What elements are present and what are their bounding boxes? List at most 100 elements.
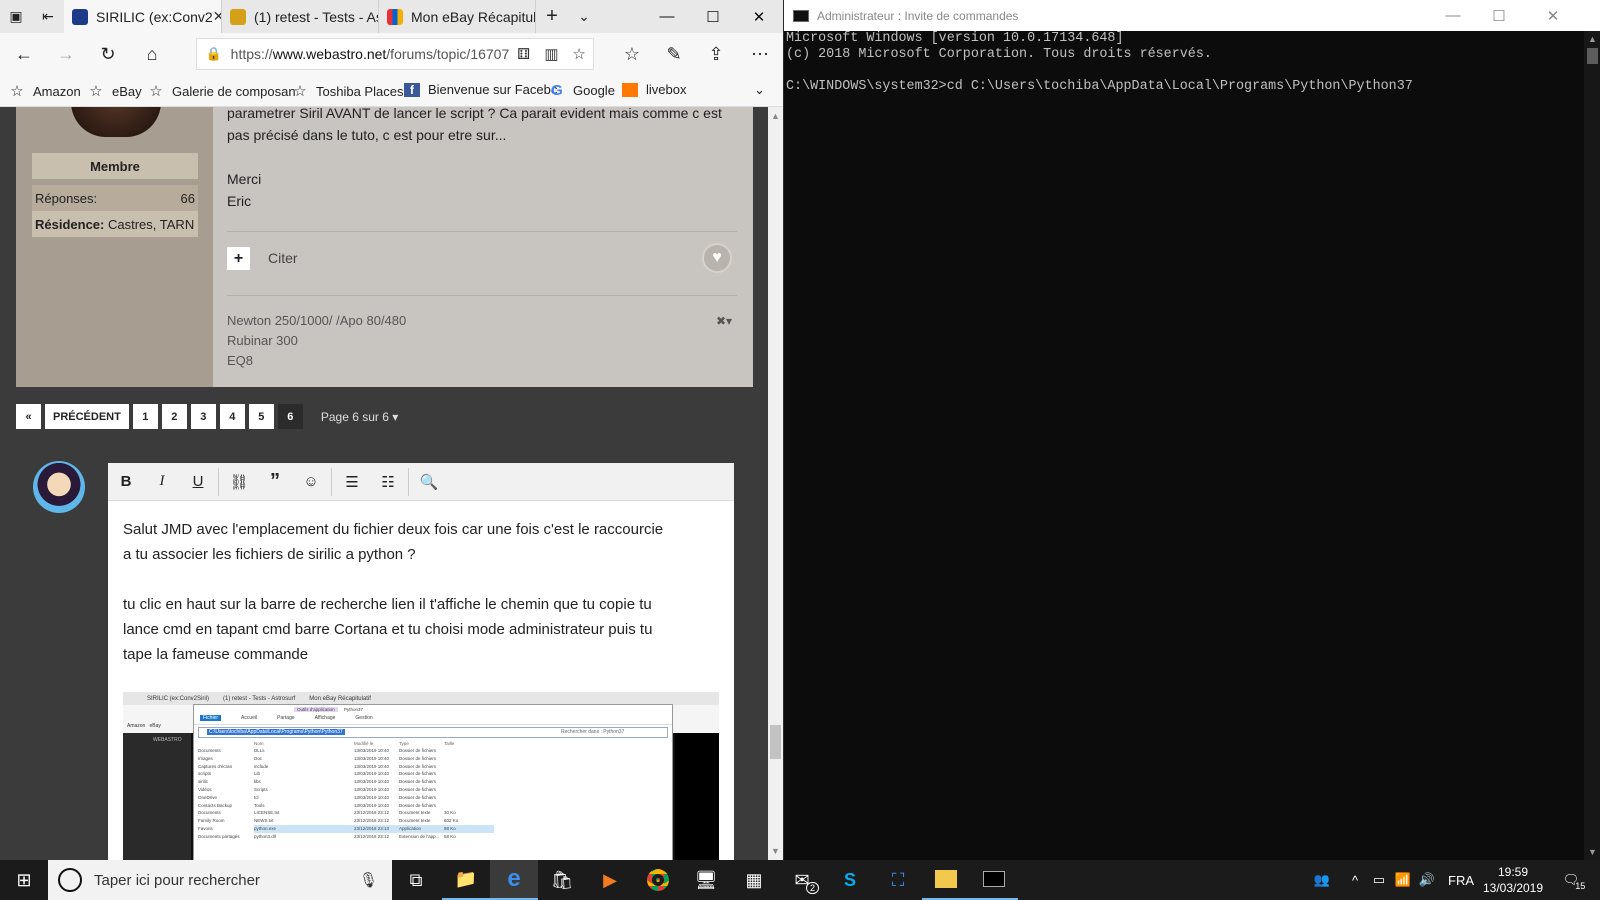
share-icon[interactable]: ⇪	[696, 39, 736, 69]
close-tab-icon[interactable]: ✕	[213, 8, 221, 25]
mail-icon[interactable]: ✉ 2	[778, 860, 826, 900]
maximize-icon[interactable]: ☐	[1476, 0, 1522, 31]
page-5-button[interactable]: 5	[248, 404, 274, 429]
tab-retest[interactable]: (1) retest - Tests - As	[222, 0, 379, 33]
tab-preview-chevron-icon[interactable]: ⌄	[568, 0, 600, 33]
scroll-down-arrow-icon[interactable]: ▼	[768, 846, 783, 856]
remote-desktop-icon[interactable]: 🖥	[682, 860, 730, 900]
maximize-icon[interactable]: ☐	[690, 0, 736, 33]
more-icon[interactable]: ⋯	[740, 39, 780, 69]
page-scrollbar[interactable]: ▲ ▼	[768, 107, 783, 860]
forward-icon[interactable]: →	[46, 39, 86, 69]
page-6-current: 6	[277, 404, 303, 429]
underline-icon[interactable]: U	[180, 463, 216, 501]
close-window-icon[interactable]: ✕	[736, 0, 782, 33]
address-bar[interactable]: 🔒 https://www.webastro.net/forums/topic/…	[196, 38, 594, 70]
bulleted-list-icon[interactable]: ☰	[334, 463, 370, 501]
back-icon[interactable]: ←	[4, 39, 44, 69]
favorite-google[interactable]: G Google	[549, 82, 615, 99]
input-language-indicator[interactable]: FRA	[1446, 860, 1476, 900]
page-1-button[interactable]: 1	[132, 404, 158, 429]
refresh-icon[interactable]: ↻	[88, 39, 128, 69]
favorite-livebox[interactable]: livebox	[622, 82, 686, 97]
store-icon[interactable]: 🛍	[538, 860, 586, 900]
show-hidden-icons-chevron-icon[interactable]: ^	[1346, 860, 1364, 900]
numbered-list-icon[interactable]: ☷	[370, 463, 406, 501]
page-2-button[interactable]: 2	[161, 404, 187, 429]
skype-icon[interactable]: S	[826, 860, 874, 900]
favorite-facebook[interactable]: f Bienvenue sur Facebc	[404, 82, 557, 97]
favorites-overflow-chevron-icon[interactable]: ⌄	[754, 82, 765, 98]
cmd-app-icon[interactable]	[793, 9, 809, 22]
cortana-search-box[interactable]: Taper ici pour rechercher 🎙	[48, 860, 392, 900]
reading-view-icon[interactable]: ▥	[538, 45, 566, 63]
favorite-toshiba[interactable]: ☆ Toshiba Places	[292, 82, 403, 100]
favorite-galerie[interactable]: ☆ Galerie de composan	[148, 82, 295, 100]
scroll-thumb[interactable]	[1587, 48, 1598, 64]
cmd-console-output[interactable]: Microsoft Windows [version 10.0.17134.64…	[786, 31, 1566, 95]
favorite-ebay[interactable]: ☆ eBay	[88, 82, 141, 100]
home-icon[interactable]: ⌂	[132, 39, 172, 69]
screenshot-site-logo: WEBASTRO	[153, 737, 182, 743]
page-jump-dropdown[interactable]: Page 6 sur 6 ▾	[321, 410, 398, 424]
author-avatar[interactable]	[71, 107, 161, 137]
previous-page-button[interactable]: PRÉCÉDENT	[45, 404, 129, 429]
add-quote-button[interactable]: +	[227, 247, 250, 270]
link-icon[interactable]: ⛓	[221, 463, 257, 501]
favorite-star-icon[interactable]: ☆	[565, 45, 593, 63]
start-windows-icon[interactable]: ⊞	[0, 860, 48, 900]
page-3-button[interactable]: 3	[190, 404, 216, 429]
calculator-icon[interactable]: ▦	[730, 860, 778, 900]
task-view-icon[interactable]: ⧉	[392, 860, 440, 900]
minimize-icon[interactable]: —	[1430, 0, 1476, 31]
set-tabs-aside-icon[interactable]: ⇤	[32, 0, 64, 33]
microphone-icon[interactable]: 🎙	[359, 871, 378, 889]
cmd-scrollbar[interactable]: ▲ ▼	[1584, 31, 1600, 860]
page-4-button[interactable]: 4	[219, 404, 245, 429]
signature-toggle-icon[interactable]: ✖▾	[716, 314, 732, 328]
screenshot-search-text: Rechercher dans : Python37	[561, 729, 625, 735]
action-center-icon[interactable]: 🗨 15	[1556, 860, 1592, 900]
scroll-down-arrow-icon[interactable]: ▼	[1584, 847, 1600, 857]
favorites-hub-icon[interactable]: ☆	[612, 39, 652, 69]
bold-icon[interactable]: B	[108, 463, 144, 501]
web-note-icon[interactable]: ✎	[654, 39, 694, 69]
scroll-up-arrow-icon[interactable]: ▲	[768, 111, 783, 121]
battery-icon[interactable]: ▭	[1368, 860, 1390, 900]
snip-sketch-icon[interactable]: ⛶	[874, 860, 922, 900]
preview-icon[interactable]: 🔍	[411, 463, 447, 501]
translate-icon[interactable]: ⚅	[510, 45, 538, 63]
quote-button-label[interactable]: Citer	[268, 250, 298, 266]
first-page-button[interactable]: «	[16, 404, 41, 429]
scroll-up-arrow-icon[interactable]: ▲	[1584, 34, 1600, 44]
wifi-icon[interactable]: 📶	[1392, 860, 1414, 900]
like-heart-icon[interactable]: ♥	[702, 243, 732, 273]
system-clock[interactable]: 19:59 13/03/2019	[1478, 864, 1548, 896]
chrome-icon[interactable]	[634, 860, 682, 900]
cmd-taskbar-icon[interactable]	[970, 860, 1018, 900]
italic-icon[interactable]: I	[144, 463, 180, 501]
reply-user-avatar[interactable]	[33, 461, 85, 513]
favorite-amazon[interactable]: ☆ Amazon	[9, 82, 80, 100]
tab-sirilic[interactable]: SIRILIC (ex:Conv2 ✕	[64, 0, 222, 33]
windows-app-icon[interactable]	[922, 860, 970, 900]
emoji-icon[interactable]: ☺	[293, 463, 329, 501]
embedded-screenshot[interactable]: SIRILIC (ex:Conv2Siril) (1) retest - Tes…	[123, 692, 719, 860]
new-tab-icon[interactable]: +	[536, 0, 568, 33]
minimize-icon[interactable]: —	[644, 0, 690, 33]
scroll-thumb[interactable]	[770, 725, 781, 759]
people-icon[interactable]: 👥	[1310, 860, 1334, 900]
volume-icon[interactable]: 🔊	[1416, 860, 1438, 900]
tab-manager-icon[interactable]: ▣	[0, 0, 32, 33]
file-explorer-icon[interactable]: 📁	[442, 860, 490, 900]
quote-icon[interactable]: ”	[257, 463, 293, 501]
reply-editor[interactable]: B I U ⛓ ” ☺ ☰ ☷ 🔍 Salut JMD avec l'empla…	[108, 463, 734, 860]
close-window-icon[interactable]: ✕	[1530, 0, 1576, 31]
cmd-titlebar[interactable]: Administrateur : Invite de commandes — ☐…	[784, 0, 1600, 31]
editor-content[interactable]: Salut JMD avec l'emplacement du fichier …	[123, 517, 723, 692]
lock-icon[interactable]: 🔒	[197, 46, 231, 62]
screenshot-file-row: python3.dll 23/12/2018 23:12 Extension de …	[254, 833, 494, 841]
edge-browser-icon[interactable]: e	[490, 860, 538, 900]
media-player-icon[interactable]: ▶	[586, 860, 634, 900]
tab-ebay[interactable]: Mon eBay Récapitula	[379, 0, 536, 33]
